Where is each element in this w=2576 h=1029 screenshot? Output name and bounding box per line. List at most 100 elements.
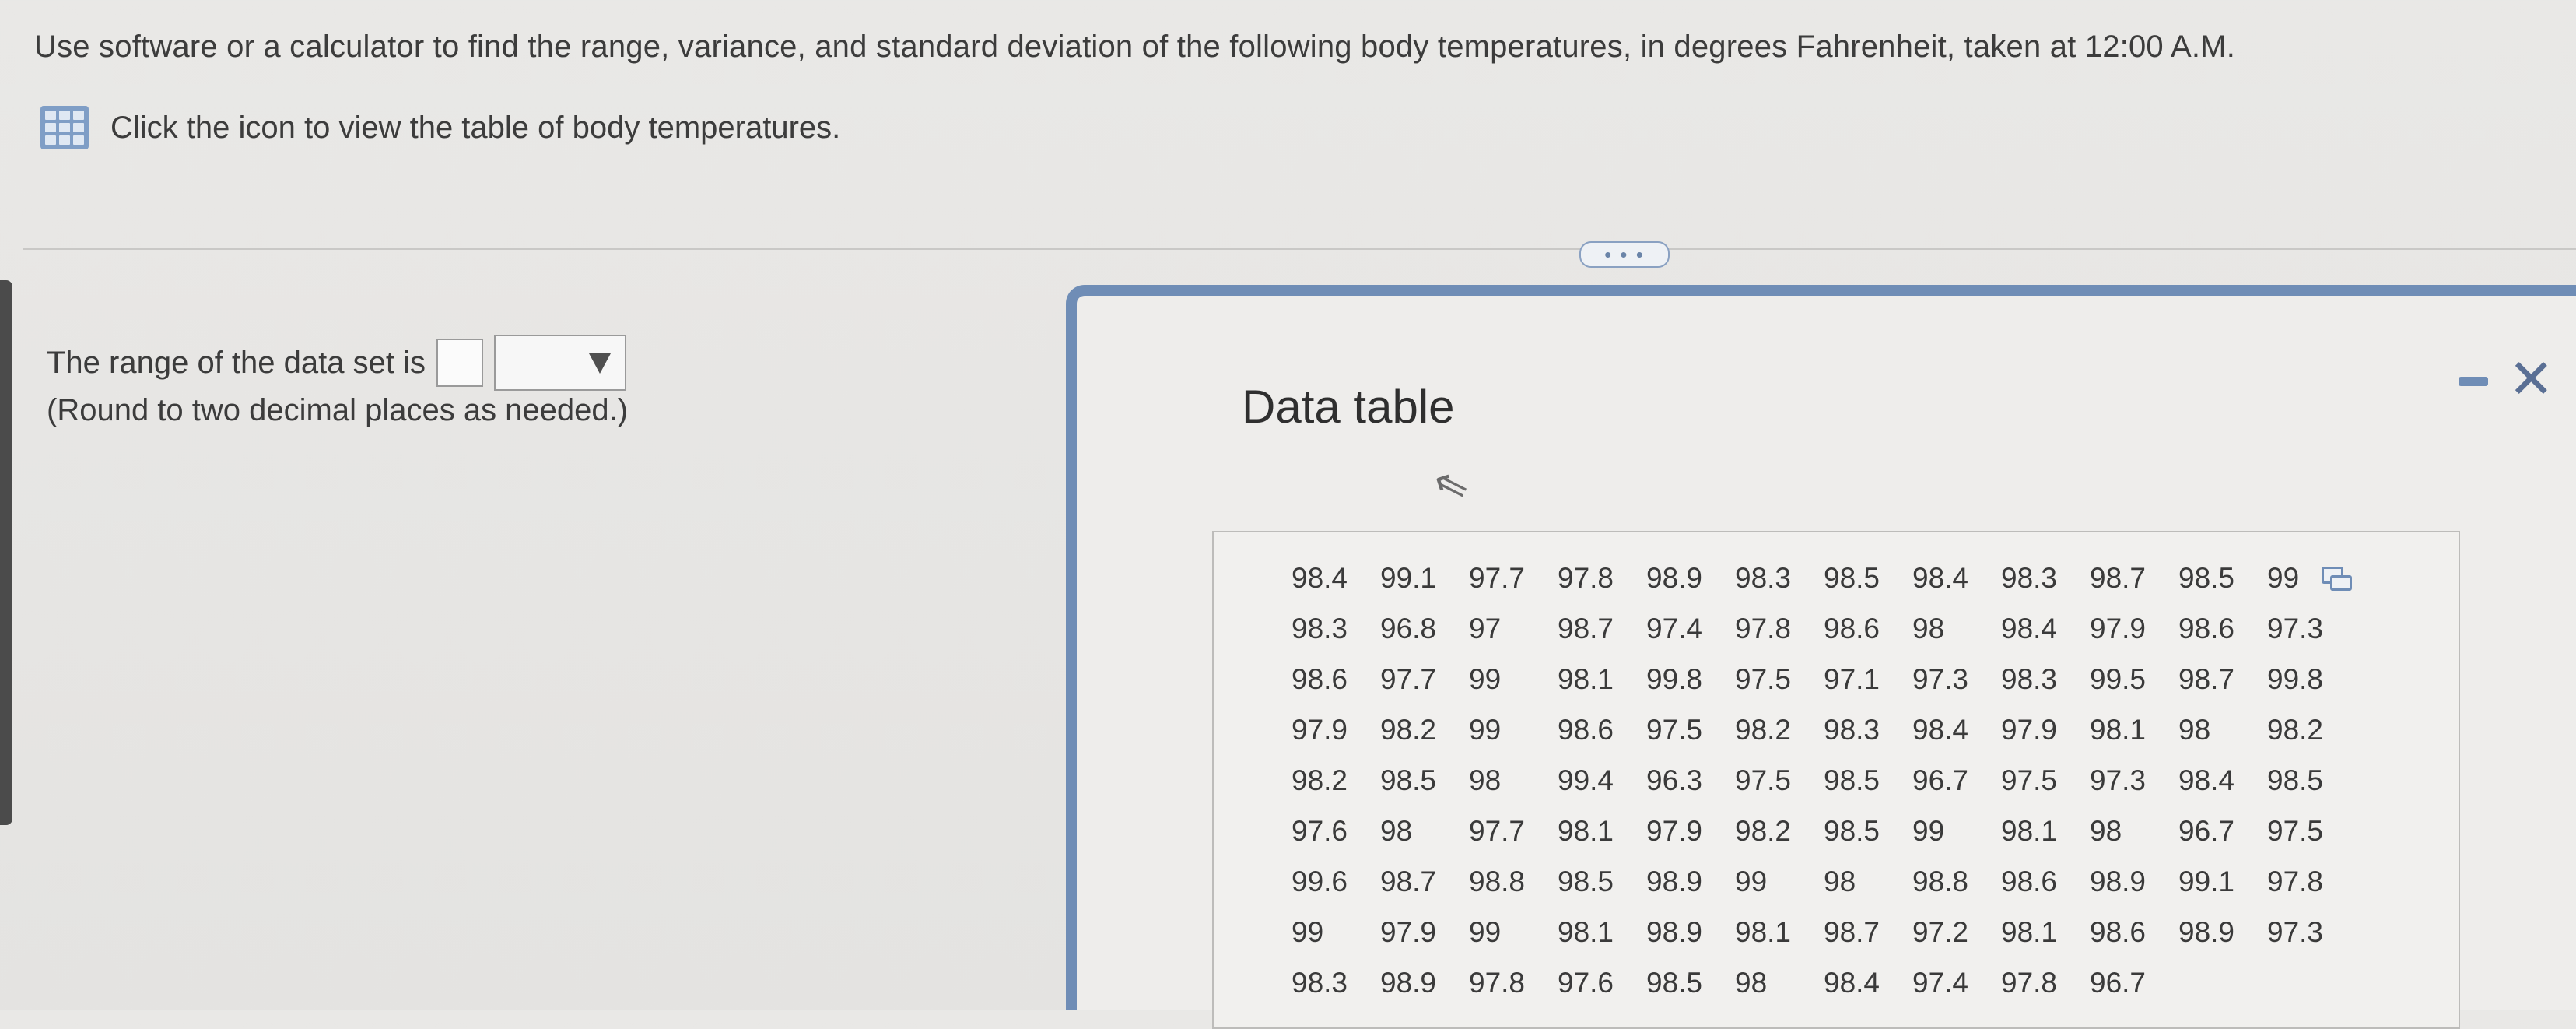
table-cell: 98.1 [2001,814,2058,847]
table-cell: 98 [2178,713,2211,746]
range-unit-dropdown[interactable] [493,335,626,391]
table-cell: 97.3 [2090,764,2147,796]
table-row: 98.3 98.9 97.8 97.6 98.5 98 98.4 97.4 97.8 96.7 [1292,957,2356,1008]
table-cell: 98.9 [1646,865,1703,897]
table-cell: 97.5 [1735,764,1792,796]
more-options-button[interactable]: • • • [1579,241,1670,268]
table-cell: 98.7 [1824,915,1880,948]
table-cell: 98.7 [2178,662,2235,695]
table-cell: 97.6 [1292,814,1348,847]
table-row: 99.6 98.7 98.8 98.5 98.9 99 98 98.8 98.6 98.9 99.1… [1292,856,2356,907]
table-cell: 97.7 [1380,662,1437,695]
table-cell: 96.7 [1912,764,1969,796]
table-cell: 97.9 [1292,713,1348,746]
table-cell: 97.5 [2001,764,2058,796]
table-cell: 99.1 [2178,865,2235,897]
table-cell: 99.8 [2267,662,2324,695]
close-icon[interactable]: ✕ [2508,352,2554,406]
table-cell: 98.7 [1558,612,1614,644]
view-table-label[interactable]: Click the icon to view the table of body… [110,111,840,146]
table-cell: 98.2 [2267,713,2324,746]
table-cell: 98.5 [1824,561,1880,594]
table-cell: 98.4 [2001,612,2058,644]
table-cell: 97 [1469,612,1502,644]
table-cell: 98.3 [2001,561,2058,594]
table-cell: 98.6 [1292,662,1348,695]
table-cell: 98 [1912,612,1945,644]
table-cell: 98.5 [1646,966,1703,999]
table-cell: 98.9 [1380,966,1437,999]
table-cell: 98.5 [1824,764,1880,796]
table-cell: 99 [1469,915,1502,948]
table-row: 98.3 96.8 97 98.7 97.4 97.8 98.6 98 98.4 97.9 98.6… [1292,603,2356,654]
table-cell: 97.5 [1646,713,1703,746]
table-cell: 98.4 [2178,764,2235,796]
table-cell: 98 [1469,764,1502,796]
table-cell: 97.8 [2001,966,2058,999]
table-cell: 98.8 [1469,865,1526,897]
table-cell: 97.8 [2267,865,2324,897]
table-cell: 96.3 [1646,764,1703,796]
table-cell: 97.7 [1469,561,1526,594]
table-cell: 96.8 [1380,612,1437,644]
range-prompt: The range of the data set is [47,345,426,380]
table-grid-icon[interactable] [40,106,89,149]
table-cell: 98.4 [1912,713,1969,746]
table-cell: 98.9 [1646,915,1703,948]
table-cell: 98.4 [1912,561,1969,594]
table-cell: 97.4 [1912,966,1969,999]
table-cell: 98.9 [2090,865,2147,897]
table-cell: 98.6 [2178,612,2235,644]
dropdown-arrow-icon [588,353,611,374]
table-cell: 98.3 [1735,561,1792,594]
table-cell: 99 [2267,561,2300,594]
table-cell: 98 [2090,814,2122,847]
table-cell: 99 [1469,662,1502,695]
view-table-link[interactable]: Click the icon to view the table of body… [40,106,840,149]
table-cell: 97.9 [1646,814,1703,847]
table-cell: 99 [1469,713,1502,746]
table-cell: 99.4 [1558,764,1614,796]
table-cell: 98.7 [1380,865,1437,897]
table-cell: 98 [1735,966,1768,999]
table-cell: 97.8 [1469,966,1526,999]
table-row: 98.2 98.5 98 99.4 96.3 97.5 98.5 96.7 97.5 97.3 98… [1292,755,2356,806]
question-text: Use software or a calculator to find the… [34,30,2236,64]
table-cell: 98.5 [1824,814,1880,847]
table-cell: 98.4 [1824,966,1880,999]
table-cell: 99.8 [1646,662,1703,695]
table-cell: 97.4 [1646,612,1703,644]
table-cell: 98.6 [1558,713,1614,746]
dialog-title: Data table [1242,381,1455,433]
table-cell: 99.6 [1292,865,1348,897]
table-cell: 99.1 [1380,561,1437,594]
table-cell: 97.9 [2090,612,2147,644]
table-cell: 98.6 [2090,915,2147,948]
table-cell: 97.5 [1735,662,1792,695]
table-cell: 98.3 [1292,612,1348,644]
table-row: 99 97.9 99 98.1 98.9 98.1 98.7 97.2 98.1 98.6 98.9… [1292,907,2356,957]
minimize-icon[interactable] [2459,377,2488,386]
table-cell: 97.6 [1558,966,1614,999]
table-cell: 98.2 [1735,814,1792,847]
range-answer-row: The range of the data set is [47,335,626,391]
table-cell: 99 [1735,865,1768,897]
table-cell: 98.5 [2178,561,2235,594]
table-cell: 97.2 [1912,915,1969,948]
table-cell: 98.6 [2001,865,2058,897]
table-cell: 99 [1912,814,1945,847]
table-cell: 98.1 [1558,915,1614,948]
range-answer-input[interactable] [436,339,483,387]
table-cell: 98.5 [1558,865,1614,897]
table-cell: 96.7 [2090,966,2147,999]
table-cell: 98.2 [1292,764,1348,796]
table-cell: 97.9 [1380,915,1437,948]
table-row: 97.9 98.2 99 98.6 97.5 98.2 98.3 98.4 97.9 98.1 98… [1292,704,2356,755]
table-cell: 98.7 [2090,561,2147,594]
table-cell: 98.6 [1824,612,1880,644]
table-cell: 97.8 [1558,561,1614,594]
table-cell: 97.3 [2267,612,2324,644]
temperature-table: 98.4 99.1 97.7 97.8 98.9 98.3 98.5 98.4 98.3 98.7… [1292,553,2356,1008]
table-cell: 98.3 [2001,662,2058,695]
table-cell: 96.7 [2178,814,2235,847]
